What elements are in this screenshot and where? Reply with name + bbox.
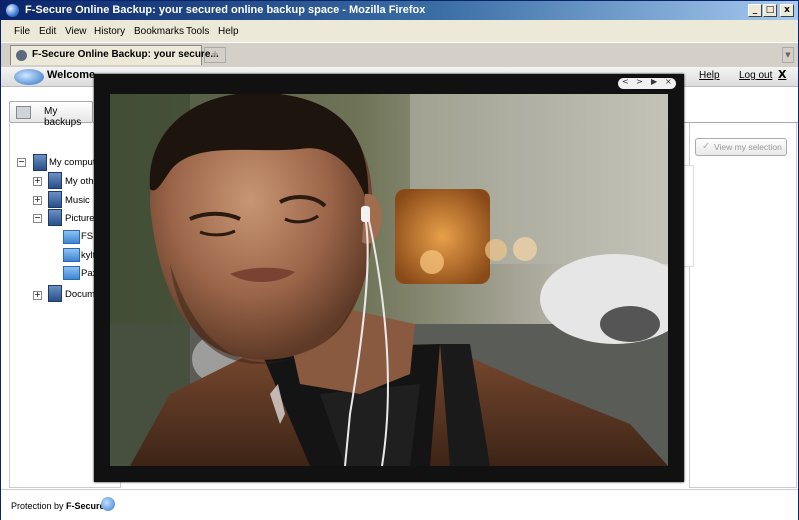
menu-history[interactable]: History xyxy=(94,26,125,37)
shield-icon xyxy=(16,50,27,61)
lightbox-controls: < > ▶ × xyxy=(618,77,676,89)
close-window-button[interactable]: x xyxy=(780,4,794,17)
portrait-photo-image xyxy=(110,94,668,466)
protection-text: Protection by F-Secure. xyxy=(11,501,108,511)
tab-my-backups[interactable]: My backups xyxy=(9,101,93,128)
folder-icon xyxy=(63,230,80,244)
footer: Protection by F-Secure. xyxy=(1,489,798,520)
folder-icon xyxy=(63,248,80,262)
title-bar[interactable]: F-Secure Online Backup: your secured onl… xyxy=(1,1,798,20)
view-my-selection-button[interactable]: ✓ View my selection xyxy=(695,138,787,156)
expand-toggle[interactable]: + xyxy=(33,177,42,186)
menu-file[interactable]: File xyxy=(14,26,30,37)
collapse-toggle[interactable]: − xyxy=(33,214,42,223)
menu-bookmarks[interactable]: Bookmarks xyxy=(134,26,184,37)
maximize-button[interactable]: □ xyxy=(763,4,777,17)
lightbox-photo[interactable] xyxy=(110,94,668,466)
tab-list-chevron-icon[interactable]: ▼ xyxy=(782,47,794,63)
folder-icon xyxy=(48,209,62,226)
help-link[interactable]: Help xyxy=(699,70,720,81)
view-my-selection-label: View my selection xyxy=(714,142,782,152)
menu-help[interactable]: Help xyxy=(218,26,239,37)
menu-tools[interactable]: Tools xyxy=(186,26,209,37)
selection-panel xyxy=(689,123,797,488)
folder-icon xyxy=(48,191,62,208)
prev-icon[interactable]: < xyxy=(622,77,629,86)
tab-strip: F-Secure Online Backup: your secure... +… xyxy=(1,42,798,67)
window-title: F-Secure Online Backup: your secured onl… xyxy=(25,4,426,16)
folder-icon xyxy=(48,172,62,189)
logout-link[interactable]: Log out xyxy=(739,70,772,81)
next-icon[interactable]: > xyxy=(636,77,643,86)
check-icon: ✓ xyxy=(702,141,711,152)
computer-icon xyxy=(33,154,47,171)
menu-view[interactable]: View xyxy=(65,26,87,37)
thumbnail-strip[interactable] xyxy=(683,165,694,267)
f-secure-logo-icon xyxy=(101,497,115,511)
new-tab-button[interactable]: + xyxy=(204,47,226,63)
folder-icon xyxy=(48,285,62,302)
firefox-icon xyxy=(6,4,19,17)
minimize-button[interactable]: _ xyxy=(748,4,762,17)
page-icon xyxy=(16,106,31,119)
menu-bar: File Edit View History Bookmarks Tools H… xyxy=(1,23,798,41)
expand-toggle[interactable]: + xyxy=(33,196,42,205)
tree-node-my-computer[interactable]: My compute xyxy=(49,157,101,168)
close-icon[interactable]: × xyxy=(665,77,672,86)
welcome-text: Welcome xyxy=(47,69,96,81)
browser-window: F-Secure Online Backup: your secured onl… xyxy=(0,0,799,520)
expand-toggle[interactable]: + xyxy=(33,291,42,300)
browser-tab-title: F-Secure Online Backup: your secure... xyxy=(32,49,219,60)
play-icon[interactable]: ▶ xyxy=(651,77,657,86)
online-drive-icon xyxy=(14,69,44,85)
menu-edit[interactable]: Edit xyxy=(39,26,56,37)
browser-tab[interactable]: F-Secure Online Backup: your secure... xyxy=(10,45,219,65)
tree-node-music[interactable]: Music xyxy=(65,195,90,206)
collapse-toggle[interactable]: − xyxy=(17,158,26,167)
folder-icon xyxy=(63,266,80,280)
close-icon[interactable]: X xyxy=(778,68,786,81)
